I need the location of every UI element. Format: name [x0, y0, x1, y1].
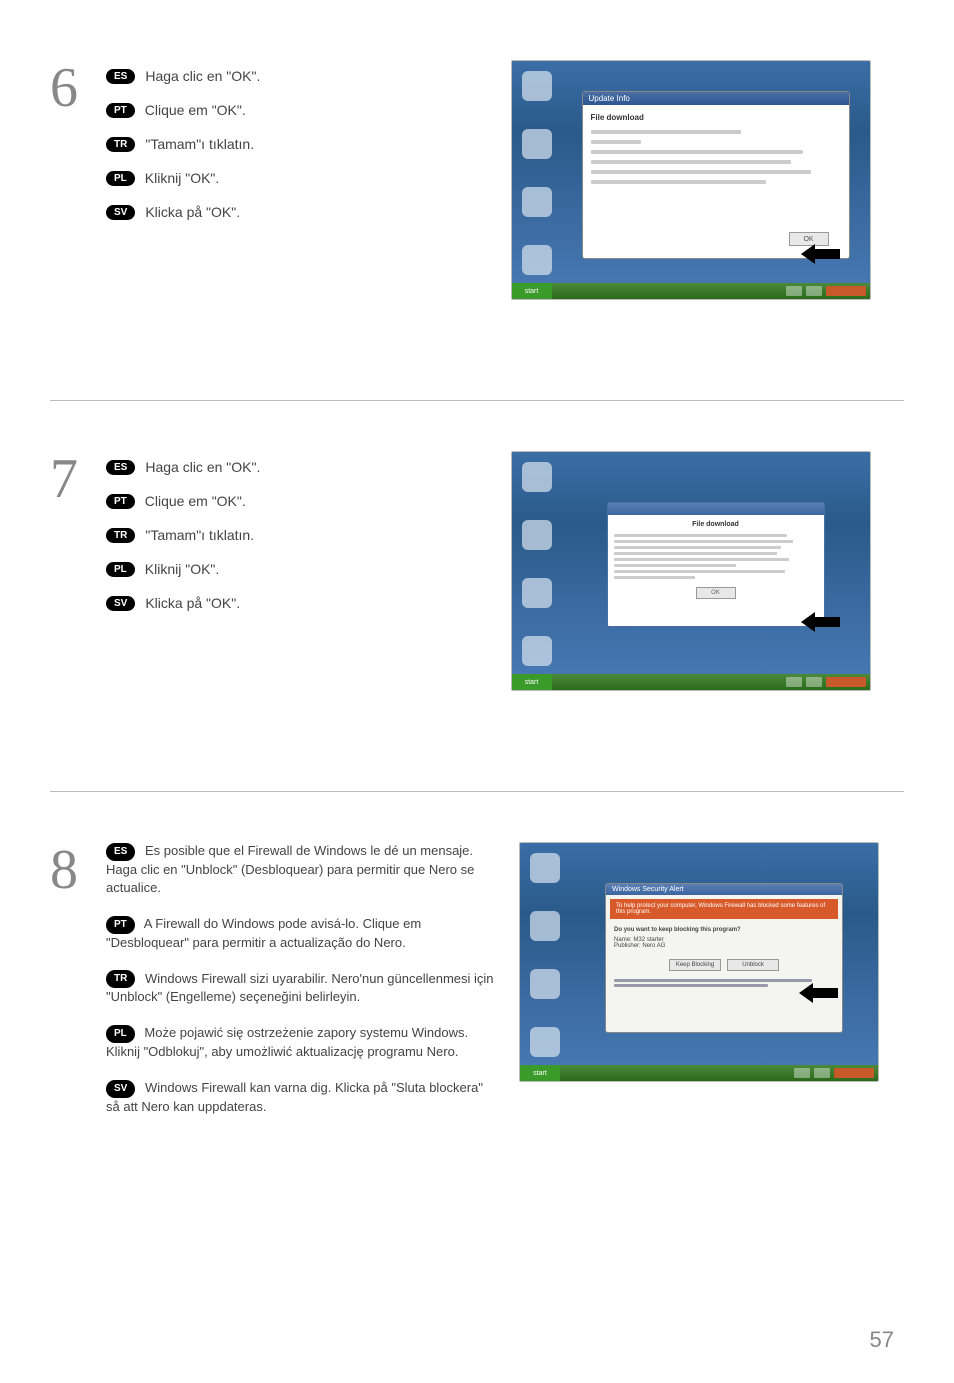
- update-window: Update Info File download OK: [582, 91, 850, 259]
- lang-pill-sv: SV: [106, 596, 135, 611]
- lang-pill-sv: SV: [106, 205, 135, 220]
- lang-pill-tr: TR: [106, 528, 135, 543]
- lang-pill-pt: PT: [106, 103, 135, 118]
- text-es: Haga clic en "OK".: [145, 68, 260, 84]
- security-banner: To help protect your computer, Windows F…: [610, 899, 838, 919]
- step-number-6: 6: [50, 60, 88, 300]
- entry-sv: SV Klicka på "OK".: [106, 595, 260, 611]
- tray-icon: [806, 286, 822, 296]
- publisher-value: Nero AG: [642, 943, 665, 949]
- entry-pt: PT Clique em "OK".: [106, 493, 260, 509]
- tray-clock: [834, 1068, 874, 1078]
- window-heading: File download: [591, 113, 841, 122]
- text-tr: "Tamam"ı tıklatın.: [145, 136, 254, 152]
- security-title: Windows Security Alert: [606, 884, 842, 895]
- tray-icon: [806, 677, 822, 687]
- entry-pt: PT Clique em "OK".: [106, 102, 260, 118]
- text-pt: A Firewall do Windows pode avisá-lo. Cli…: [106, 916, 421, 950]
- desktop-icon: [530, 853, 560, 883]
- dialog-title: [608, 503, 824, 515]
- lang-pill-pt: PT: [106, 494, 135, 509]
- tray-icon: [786, 677, 802, 687]
- desktop-icon: [522, 187, 552, 217]
- entry-es: ES Haga clic en "OK".: [106, 459, 260, 475]
- text-pl: Może pojawić się ostrzeżenie zapory syst…: [106, 1025, 468, 1059]
- unblock-button[interactable]: Unblock: [727, 959, 779, 971]
- entry-tr: TR "Tamam"ı tıklatın.: [106, 527, 260, 543]
- entry-pl: PL Kliknij "OK".: [106, 561, 260, 577]
- desktop-icon: [522, 129, 552, 159]
- lang-pill-es: ES: [106, 460, 135, 475]
- lang-pill-sv: SV: [106, 1080, 135, 1098]
- security-alert-dialog: Windows Security Alert To help protect y…: [605, 883, 843, 1033]
- desktop-icon: [530, 1027, 560, 1057]
- lang-pill-pl: PL: [106, 171, 135, 186]
- start-button[interactable]: start: [520, 1065, 560, 1081]
- taskbar: start: [512, 283, 870, 299]
- divider: [50, 400, 904, 401]
- tray-icon: [814, 1068, 830, 1078]
- dialog-heading: File download: [614, 521, 818, 528]
- tray-clock: [826, 286, 866, 296]
- entry-sv: SV Klicka på "OK".: [106, 204, 260, 220]
- text-pl: Kliknij "OK".: [145, 561, 220, 577]
- desktop-icon: [522, 578, 552, 608]
- product-setup-dialog: File download OK: [607, 502, 825, 627]
- lang-pill-pl: PL: [106, 562, 135, 577]
- desktop-icon: [522, 462, 552, 492]
- step-number-8: 8: [50, 842, 88, 898]
- text-es: Haga clic en "OK".: [145, 459, 260, 475]
- desktop-icon: [522, 636, 552, 666]
- keep-blocking-button[interactable]: Keep Blocking: [669, 959, 721, 971]
- screenshot-8: Windows Security Alert To help protect y…: [519, 842, 879, 1082]
- text-es: Es posible que el Firewall de Windows le…: [106, 843, 474, 895]
- start-button[interactable]: start: [512, 674, 552, 690]
- text-pt: Clique em "OK".: [145, 102, 246, 118]
- tray-icon: [794, 1068, 810, 1078]
- taskbar: start: [512, 674, 870, 690]
- window-title: Update Info: [583, 92, 849, 105]
- desktop-icon: [522, 71, 552, 101]
- lang-pill-pl: PL: [106, 1025, 135, 1043]
- lang-pill-pt: PT: [106, 916, 135, 934]
- entry-pl: PL Kliknij "OK".: [106, 170, 260, 186]
- publisher-label: Publisher:: [614, 943, 641, 949]
- text-sv: Klicka på "OK".: [145, 595, 240, 611]
- desktop-icon: [530, 911, 560, 941]
- entry-sv: SV Windows Firewall kan varna dig. Klick…: [106, 1079, 494, 1116]
- step-number-7: 7: [50, 451, 88, 691]
- lang-pill-tr: TR: [106, 137, 135, 152]
- taskbar: start: [520, 1065, 878, 1081]
- arrow-indicator: [810, 612, 870, 632]
- entry-tr: TR "Tamam"ı tıklatın.: [106, 136, 260, 152]
- text-sv: Klicka på "OK".: [145, 204, 240, 220]
- ok-button[interactable]: OK: [696, 587, 736, 599]
- text-sv: Windows Firewall kan varna dig. Klicka p…: [106, 1080, 483, 1114]
- lang-pill-tr: TR: [106, 970, 135, 988]
- text-pl: Kliknij "OK".: [145, 170, 220, 186]
- desktop-icon: [522, 245, 552, 275]
- screenshot-7: File download OK: [511, 451, 871, 691]
- screenshot-6: Update Info File download OK: [511, 60, 871, 300]
- entry-pt: PT A Firewall do Windows pode avisá-lo. …: [106, 915, 494, 952]
- arrow-indicator: [810, 244, 870, 264]
- arrow-indicator: [808, 983, 868, 1003]
- text-tr: Windows Firewall sizi uyarabilir. Nero'n…: [106, 971, 494, 1005]
- tray-icon: [786, 286, 802, 296]
- desktop-icon: [522, 520, 552, 550]
- text-pt: Clique em "OK".: [145, 493, 246, 509]
- entry-tr: TR Windows Firewall sizi uyarabilir. Ner…: [106, 970, 494, 1007]
- divider: [50, 791, 904, 792]
- entry-pl: PL Może pojawić się ostrzeżenie zapory s…: [106, 1024, 494, 1061]
- desktop-icon: [530, 969, 560, 999]
- security-question: Do you want to keep blocking this progra…: [614, 927, 834, 933]
- lang-pill-es: ES: [106, 843, 135, 861]
- page-number: 57: [870, 1327, 894, 1353]
- text-tr: "Tamam"ı tıklatın.: [145, 527, 254, 543]
- entry-es: ES Es posible que el Firewall de Windows…: [106, 842, 494, 897]
- entry-es: ES Haga clic en "OK".: [106, 68, 260, 84]
- start-button[interactable]: start: [512, 283, 552, 299]
- lang-pill-es: ES: [106, 69, 135, 84]
- tray-clock: [826, 677, 866, 687]
